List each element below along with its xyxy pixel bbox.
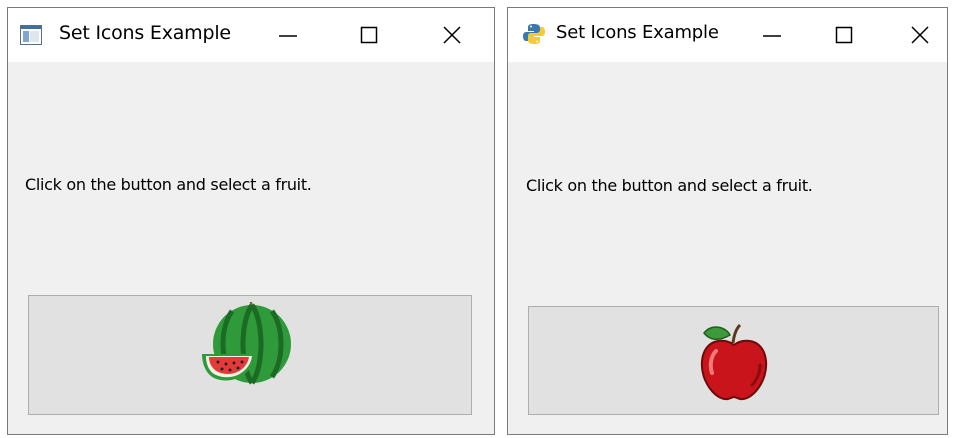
minimize-icon (279, 35, 297, 37)
minimize-icon (763, 35, 781, 37)
instruction-label: Click on the button and select a fruit. (526, 176, 813, 195)
maximize-icon (360, 26, 378, 44)
maximize-icon (835, 26, 853, 44)
close-icon (443, 26, 461, 44)
set-icons-window-apple: Set Icons Example Click on the button an… (507, 7, 948, 435)
fruit-button[interactable] (28, 295, 472, 415)
window-title: Set Icons Example (59, 22, 231, 44)
close-button[interactable] (900, 20, 940, 50)
maximize-button[interactable] (349, 20, 389, 50)
python-logo-icon (522, 22, 546, 46)
watermelon-icon (202, 302, 291, 385)
title-bar[interactable]: Set Icons Example (508, 8, 947, 62)
maximize-button[interactable] (824, 20, 864, 50)
close-button[interactable] (432, 20, 472, 50)
close-icon (911, 26, 929, 44)
instruction-label: Click on the button and select a fruit. (25, 175, 312, 194)
window-app-icon (20, 25, 42, 45)
apple-icon (700, 323, 768, 401)
title-bar[interactable]: Set Icons Example (8, 8, 494, 62)
window-title: Set Icons Example (556, 22, 719, 43)
minimize-button[interactable] (268, 20, 308, 50)
fruit-button[interactable] (528, 306, 939, 415)
minimize-button[interactable] (752, 20, 792, 50)
set-icons-window-watermelon: Set Icons Example Click on the button an… (7, 7, 495, 435)
